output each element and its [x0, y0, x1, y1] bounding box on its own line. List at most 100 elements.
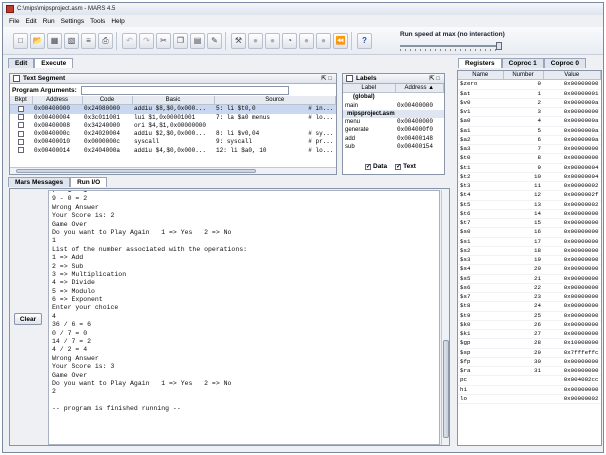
pause-icon[interactable]: ● — [299, 32, 314, 49]
register-row[interactable]: $s5 21 0x00000000 — [458, 274, 601, 284]
register-row[interactable]: $s0 16 0x00000000 — [458, 227, 601, 238]
backstep-icon[interactable]: ◔ — [282, 32, 297, 49]
col-basic[interactable]: Basic — [132, 96, 215, 106]
help-icon[interactable]: ? — [357, 32, 372, 49]
text-segment-hscroll[interactable] — [10, 167, 336, 174]
save-icon[interactable]: ▦ — [47, 32, 62, 49]
col-address[interactable]: Address — [32, 96, 83, 106]
register-row[interactable]: hi 0x00000000 — [458, 385, 601, 395]
copy-icon[interactable]: ❐ — [173, 32, 188, 49]
label-row[interactable]: menu 0x00400000 — [343, 118, 444, 126]
register-row[interactable]: $k0 26 0x00000000 — [458, 320, 601, 331]
tab-run-io[interactable]: Run I/O — [70, 177, 108, 187]
menu-file[interactable]: File — [9, 18, 19, 25]
table-row[interactable]: 0x00400010 0x0000000c syscall 9: syscall # p… — [10, 138, 336, 146]
breakpoint-checkbox[interactable] — [18, 138, 24, 145]
step-icon[interactable]: ● — [265, 32, 280, 49]
register-row[interactable]: $a3 7 0x00000000 — [458, 144, 601, 155]
register-row[interactable]: $s4 20 0x00000000 — [458, 264, 601, 275]
label-row[interactable]: sub 0x00400154 — [343, 143, 444, 151]
register-row[interactable]: $s6 22 0x00000000 — [458, 283, 601, 294]
tab-registers[interactable]: Registers — [458, 58, 502, 68]
stop-icon[interactable]: ● — [316, 32, 331, 49]
register-row[interactable]: $a1 5 0x0000000a — [458, 126, 601, 136]
register-row[interactable]: $v1 3 0x00000000 — [458, 107, 601, 118]
register-row[interactable]: $t7 15 0x00000000 — [458, 218, 601, 229]
new-file-icon[interactable]: □ — [13, 32, 28, 49]
tab-mars-messages[interactable]: Mars Messages — [8, 177, 71, 187]
assemble-icon[interactable]: ⚒ — [231, 32, 246, 49]
table-row[interactable]: 0x00400000 0x24080000 addiu $8,$0,0x000...… — [10, 104, 336, 114]
save-as-icon[interactable]: ▧ — [64, 32, 79, 49]
table-row[interactable]: 0x00400014 0x2404000a addiu $4,$0,0x000...… — [10, 147, 336, 155]
breakpoint-checkbox[interactable] — [18, 105, 24, 112]
register-row[interactable]: $s1 17 0x00000000 — [458, 237, 601, 247]
register-row[interactable]: $t1 9 0x00000004 — [458, 163, 601, 173]
label-group-header[interactable]: (global) — [343, 93, 444, 102]
register-row[interactable]: $s2 18 0x00000000 — [458, 246, 601, 257]
register-row[interactable]: $t0 8 0x00000000 — [458, 153, 601, 164]
menu-tools[interactable]: Tools — [90, 18, 105, 25]
register-row[interactable]: $t3 11 0x00000002 — [458, 181, 601, 192]
register-row[interactable]: $zero 0 0x00000000 — [458, 79, 601, 90]
menu-help[interactable]: Help — [111, 18, 124, 25]
run-speed-slider-knob[interactable] — [496, 42, 502, 50]
tab-coproc0[interactable]: Coproc 0 — [543, 58, 586, 68]
register-row[interactable]: $t4 12 0x0000002f — [458, 190, 601, 201]
cut-icon[interactable]: ✂ — [156, 32, 171, 49]
register-row[interactable]: $t9 25 0x00000000 — [458, 311, 601, 321]
console-output[interactable]: 7 - 1 = 19 - 0 = 2 Wrong Answer Your Score… — [48, 190, 440, 445]
register-row[interactable]: $t5 13 0x00000002 — [458, 200, 601, 210]
register-row[interactable]: $s3 19 0x00000000 — [458, 255, 601, 266]
label-row[interactable]: main 0x00400000 — [343, 102, 444, 110]
col-reg-name[interactable]: Name — [458, 71, 504, 81]
text-checkbox[interactable]: ✓ — [395, 163, 401, 170]
run-icon[interactable]: ● — [248, 32, 263, 49]
panel-controls-icon[interactable]: ⇱□ — [321, 75, 334, 82]
register-row[interactable]: $gp 28 0x10008000 — [458, 338, 601, 349]
register-row[interactable]: $sp 29 0x7fffeffc — [458, 348, 601, 358]
find-replace-icon[interactable]: ✎ — [207, 32, 222, 49]
table-row[interactable]: 0x00400008 0x34240000 ori $4,$1,0x00000000 — [10, 122, 336, 130]
label-row[interactable]: add 0x00400148 — [343, 135, 444, 143]
menu-edit[interactable]: Edit — [25, 18, 36, 25]
open-file-icon[interactable]: 📂 — [30, 32, 45, 49]
menu-settings[interactable]: Settings — [61, 18, 85, 25]
col-code[interactable]: Code — [82, 96, 133, 106]
register-row[interactable]: $t8 24 0x00000000 — [458, 301, 601, 312]
console-vscroll[interactable] — [441, 190, 449, 445]
breakpoint-checkbox[interactable] — [18, 122, 24, 129]
register-row[interactable]: $a2 6 0x0000000a — [458, 135, 601, 146]
paste-icon[interactable]: ▤ — [190, 32, 205, 49]
redo-icon[interactable]: ↷ — [139, 32, 154, 49]
data-checkbox[interactable]: ✓ — [365, 163, 371, 170]
console-vscroll-thumb[interactable] — [443, 340, 449, 438]
col-bkpt[interactable]: Bkpt — [10, 96, 33, 106]
col-reg-value[interactable]: Value — [543, 71, 601, 81]
register-row[interactable]: lo 0x00000002 — [458, 394, 601, 405]
col-label[interactable]: Label — [343, 84, 396, 94]
program-arguments-input[interactable] — [80, 85, 289, 95]
register-row[interactable]: $v0 2 0x0000000a — [458, 98, 601, 109]
panel-controls-icon[interactable]: ⇱□ — [429, 75, 442, 82]
register-row[interactable]: $t2 10 0x00000004 — [458, 172, 601, 183]
col-label-address[interactable]: Address ▲ — [395, 84, 444, 94]
table-row[interactable]: 0x0040000c 0x24020004 addiu $2,$0,0x000...… — [10, 130, 336, 138]
register-row[interactable]: $ra 31 0x00000000 — [458, 366, 601, 377]
tab-edit[interactable]: Edit — [8, 58, 35, 68]
undo-icon[interactable]: ↶ — [122, 32, 137, 49]
register-row[interactable]: $at 1 0x00000001 — [458, 89, 601, 99]
register-row[interactable]: $a0 4 0x0000000a — [458, 116, 601, 127]
breakpoint-checkbox[interactable] — [18, 130, 24, 137]
clear-button[interactable]: Clear — [14, 313, 42, 325]
register-row[interactable]: $k1 27 0x00000000 — [458, 329, 601, 340]
col-reg-number[interactable]: Number — [503, 71, 544, 81]
breakpoint-checkbox[interactable] — [18, 147, 24, 154]
register-row[interactable]: pc 0x004002cc — [458, 375, 601, 386]
print-icon[interactable]: ⎙ — [98, 32, 113, 49]
tab-execute[interactable]: Execute — [34, 58, 74, 68]
reset-icon[interactable]: ⏪ — [333, 32, 348, 49]
register-row[interactable]: $fp 30 0x00000000 — [458, 357, 601, 368]
table-row[interactable]: 0x00400004 0x3c011001 lui $1,0x00001001 7: … — [10, 114, 336, 122]
label-group-header[interactable]: mipsproject.asm — [343, 109, 444, 119]
